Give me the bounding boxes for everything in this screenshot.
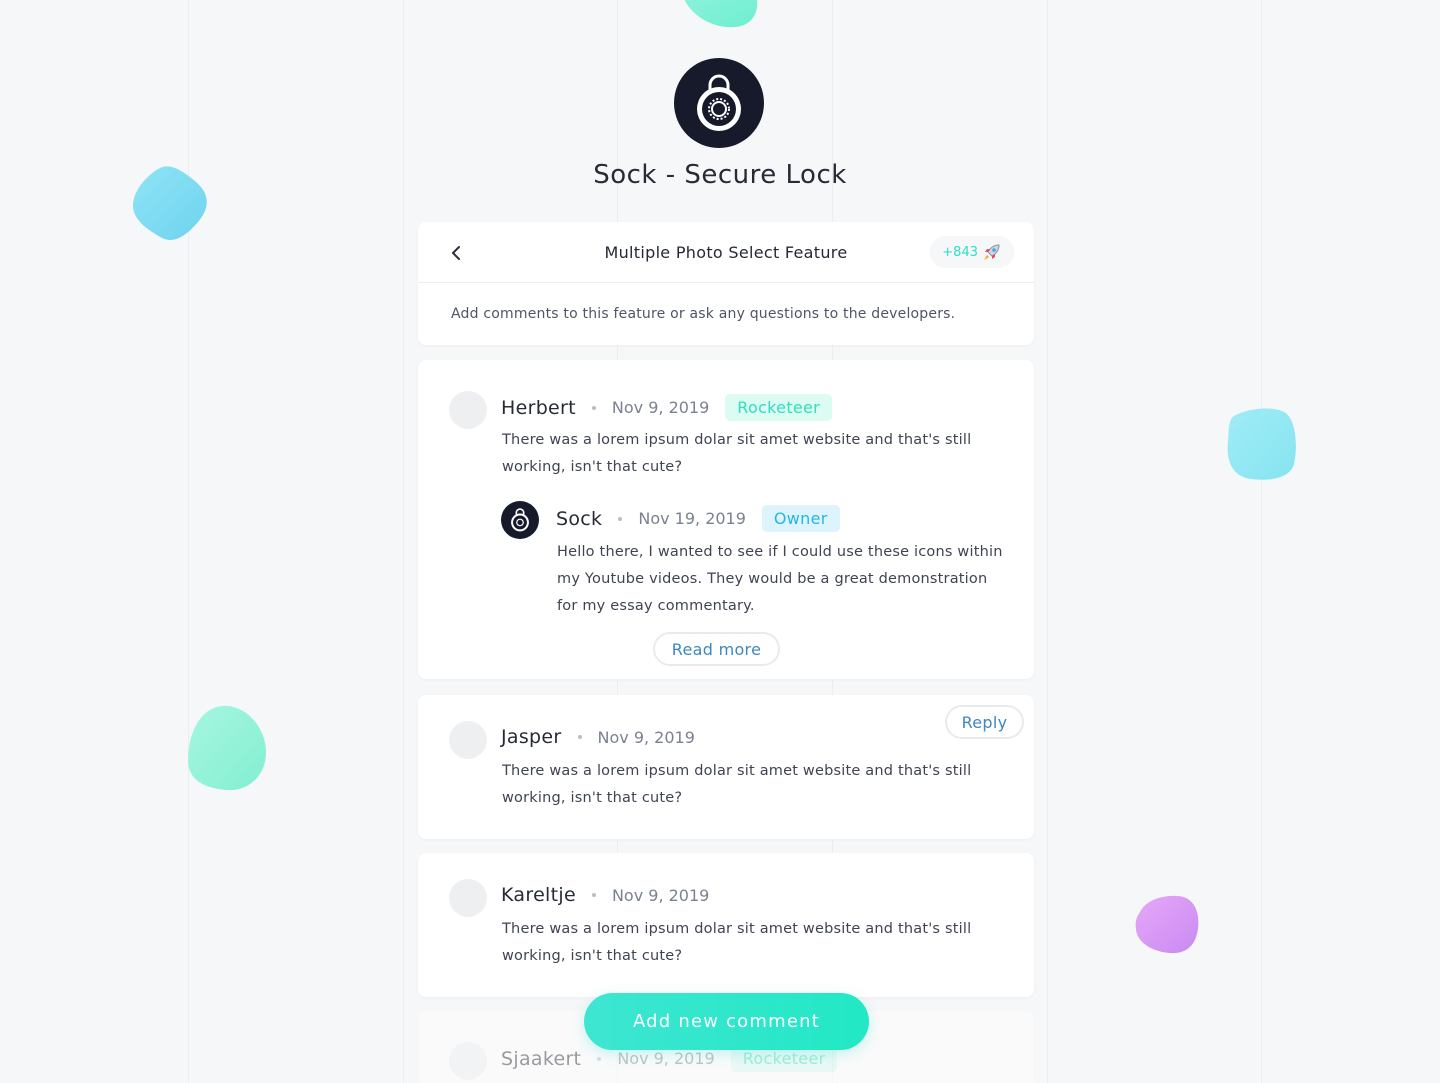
feature-header-card: Multiple Photo Select Feature +843 Add c… xyxy=(418,222,1034,345)
reply-author[interactable]: Sock xyxy=(556,508,602,530)
comment-text-line: There was a lorem ipsum dolar sit amet w… xyxy=(502,921,972,937)
reply-text-line: for my essay commentary. xyxy=(557,598,755,614)
add-comment-button[interactable]: Add new comment xyxy=(584,993,869,1050)
comment-text-line: working, isn't that cute? xyxy=(502,459,683,475)
comment-text-line: There was a lorem ipsum dolar sit amet w… xyxy=(502,763,972,779)
comment-author[interactable]: Jasper xyxy=(501,726,562,748)
owner-avatar xyxy=(501,501,539,539)
separator-dot xyxy=(591,405,596,410)
combination-lock-icon xyxy=(697,74,741,131)
decorative-blob-top xyxy=(684,0,758,28)
separator-dot xyxy=(591,893,596,897)
comment-date: Nov 9, 2019 xyxy=(617,1049,715,1068)
comment-text: There was a lorem ipsum dolar sit amet w… xyxy=(502,427,1002,481)
rocket-icon xyxy=(984,244,1000,260)
decorative-blob-purple-right xyxy=(1135,895,1199,954)
separator-dot xyxy=(618,516,623,521)
avatar xyxy=(449,391,487,429)
chevron-left-icon xyxy=(452,246,460,260)
comment-card: Herbert Nov 9, 2019 Rocketeer There was … xyxy=(418,360,1034,679)
avatar xyxy=(449,1042,487,1080)
reply-date: Nov 19, 2019 xyxy=(638,509,746,528)
comment-text-line: working, isn't that cute? xyxy=(502,948,683,964)
separator-dot xyxy=(597,1056,602,1061)
app-title: Sock - Secure Lock xyxy=(593,160,847,190)
feature-header-row: Multiple Photo Select Feature +843 xyxy=(418,222,1034,283)
reply-button[interactable]: Reply xyxy=(945,705,1024,739)
reply-text-line: Hello there, I wanted to see if I could … xyxy=(557,544,1003,560)
reply-text: Hello there, I wanted to see if I could … xyxy=(557,539,1017,620)
owner-badge: Owner xyxy=(761,505,840,532)
comment-meta: Herbert Nov 9, 2019 Rocketeer xyxy=(501,394,833,421)
decorative-blob-blue-right xyxy=(1227,408,1296,480)
comment-date: Nov 9, 2019 xyxy=(611,885,710,905)
avatar xyxy=(449,879,487,917)
comment-date: Nov 9, 2019 xyxy=(611,398,710,417)
combination-lock-icon xyxy=(511,508,529,532)
back-button[interactable] xyxy=(446,242,466,264)
separator-dot xyxy=(577,735,582,739)
comment-date: Nov 9, 2019 xyxy=(597,727,695,747)
comment-meta: Kareltje Nov 9, 2019 xyxy=(501,884,709,906)
comment-card: Kareltje Nov 9, 2019 There was a lorem i… xyxy=(418,853,1034,997)
comment-text: There was a lorem ipsum dolar sit amet w… xyxy=(502,758,1002,812)
reply-text-line: my Youtube videos. They would be a great… xyxy=(557,571,988,587)
avatar xyxy=(449,721,487,759)
comment-meta: Jasper Nov 9, 2019 xyxy=(501,726,695,748)
app-logo xyxy=(674,58,764,148)
read-more-button[interactable]: Read more xyxy=(653,632,780,666)
rocketeer-badge: Rocketeer xyxy=(725,394,833,421)
comment-author[interactable]: Sjaakert xyxy=(501,1048,581,1070)
reply-meta: Sock Nov 19, 2019 Owner xyxy=(556,505,840,532)
comment-card: Reply Jasper Nov 9, 2019 There was a lor… xyxy=(418,695,1034,839)
feature-title: Multiple Photo Select Feature xyxy=(604,242,848,262)
vote-count: +843 xyxy=(942,244,978,260)
feature-description: Add comments to this feature or ask any … xyxy=(451,306,956,322)
comment-text: There was a lorem ipsum dolar sit amet w… xyxy=(502,916,1002,970)
decorative-blob-green-left xyxy=(188,705,266,791)
comment-author[interactable]: Herbert xyxy=(501,397,576,419)
comment-text-line: working, isn't that cute? xyxy=(502,790,683,806)
comment-author[interactable]: Kareltje xyxy=(501,884,576,906)
comment-text-line: There was a lorem ipsum dolar sit amet w… xyxy=(502,432,972,448)
upvote-button[interactable]: +843 xyxy=(930,236,1014,268)
